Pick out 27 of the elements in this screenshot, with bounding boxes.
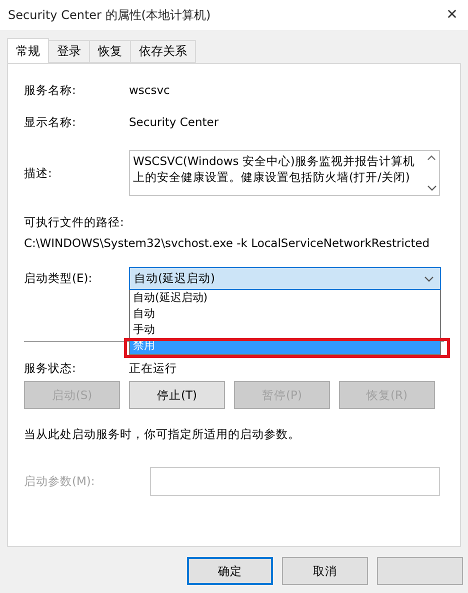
description-box[interactable]: WSCSVC(Windows 安全中心)服务监视并报告计算机上的安全健康设置。健康设置包括防火墙(打开/关闭) (129, 150, 440, 196)
field-value: 正在运行 (129, 360, 177, 376)
hint-text: 当从此处启动服务时，你可指定所适用的启动参数。 (24, 426, 300, 442)
dialog-button[interactable]: 确定 (187, 557, 273, 585)
tab[interactable]: 依存关系 (130, 40, 196, 63)
field-value: wscsvc (129, 83, 170, 97)
scroll-down-icon (426, 185, 436, 191)
field-label: 显示名称: (24, 114, 77, 130)
field-label: 服务状态: (24, 360, 77, 376)
field-label: 启动参数(M): (24, 474, 96, 489)
field-label: 描述: (24, 166, 53, 180)
tab[interactable]: 常规 (7, 38, 49, 63)
path-text: C:\WINDOWS\System32\svchost.exe -k LocalServiceNetworkRestricted (24, 236, 430, 250)
window-title: Security Center 的属性(本地计算机) (8, 6, 211, 24)
field-label: 启动类型(E): (24, 271, 94, 286)
tab[interactable]: 登录 (48, 40, 90, 63)
field-value: Security Center (129, 115, 219, 129)
service-button[interactable]: 停止(T) (129, 381, 225, 409)
chevron-down-icon (424, 276, 434, 282)
close-button[interactable]: ✕ (444, 7, 460, 23)
tab[interactable]: 恢复 (89, 40, 131, 63)
dialog-button[interactable]: 取消 (282, 557, 368, 585)
dialog-button[interactable] (377, 557, 463, 585)
field-label: 可执行文件的路径: (24, 214, 124, 230)
startup-type-dropdown[interactable]: 自动(延迟启动) (129, 267, 441, 290)
scroll-up-icon[interactable] (427, 155, 436, 161)
field-label: 服务名称: (24, 82, 77, 98)
